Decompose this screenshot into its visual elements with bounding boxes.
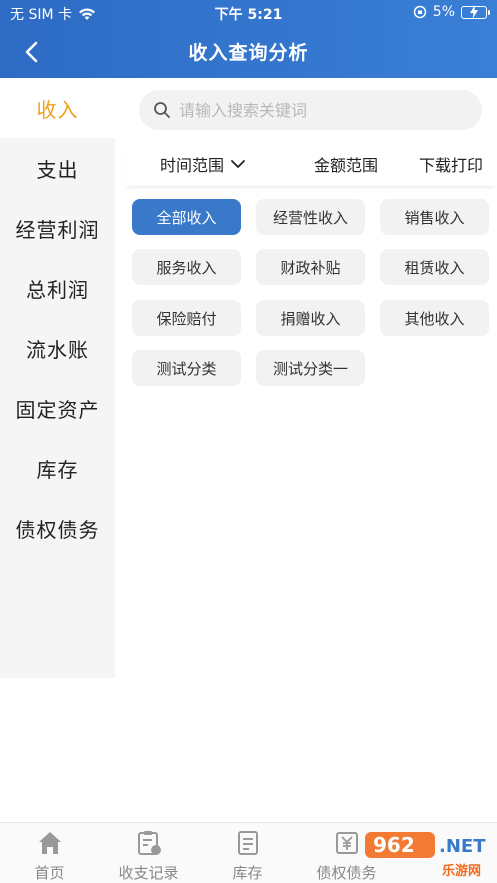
watermark-962-icon: 962 .NET (365, 832, 486, 858)
inventory-icon (238, 831, 258, 855)
tag-sales-income[interactable]: 销售收入 (380, 199, 489, 235)
search-icon (154, 102, 170, 118)
sidebar-item-fixed-assets[interactable]: 固定资产 (0, 378, 115, 438)
battery-percent: 5% (432, 4, 455, 20)
header: 无 SIM 卡 下午 5:21 5% 收入查询分析 (0, 0, 497, 78)
tag-all-income[interactable]: 全部收入 (132, 199, 241, 235)
svg-text:962: 962 (373, 833, 415, 857)
tag-service-income[interactable]: 服务收入 (132, 249, 241, 285)
sidebar: 收入 支出 经营利润 总利润 流水账 固定资产 库存 债权债务 (0, 78, 115, 678)
tab-home-label: 首页 (34, 864, 65, 882)
tag-subsidy[interactable]: 财政补贴 (256, 249, 365, 285)
amount-range-filter[interactable]: 金额范围 (314, 152, 378, 176)
battery-icon (461, 4, 490, 19)
debt-icon (336, 832, 358, 854)
tab-inventory-label: 库存 (232, 864, 263, 882)
status-bar: 无 SIM 卡 下午 5:21 5% (0, 0, 497, 26)
tag-other-income[interactable]: 其他收入 (380, 300, 489, 336)
filter-bar: 时间范围 金额范围 下载打印 (124, 142, 497, 186)
tag-insurance-payout[interactable]: 保险赔付 (132, 300, 241, 336)
svg-text:.NET: .NET (439, 836, 486, 857)
nav-bar: 收入查询分析 (0, 26, 497, 78)
home-icon (39, 832, 61, 854)
tag-donation-income[interactable]: 捐赠收入 (256, 300, 365, 336)
tag-rental-income[interactable]: 租赁收入 (380, 249, 489, 285)
tab-inventory[interactable]: 库存 (198, 823, 297, 883)
page-title: 收入查询分析 (188, 42, 309, 64)
tab-home[interactable]: 首页 (0, 823, 99, 883)
sidebar-item-debts[interactable]: 债权债务 (0, 498, 115, 558)
tag-operating-income[interactable]: 经营性收入 (256, 199, 365, 235)
sidebar-item-inventory[interactable]: 库存 (0, 438, 115, 498)
sidebar-item-total-profit[interactable]: 总利润 (0, 258, 115, 318)
sidebar-item-expense[interactable]: 支出 (0, 138, 115, 198)
watermark-logo: 962 .NET 乐游网 (361, 828, 491, 879)
search-input[interactable] (179, 100, 469, 120)
sidebar-item-income[interactable]: 收入 (0, 78, 115, 138)
tag-test-category-one[interactable]: 测试分类一 (256, 350, 365, 386)
tag-test-category[interactable]: 测试分类 (132, 350, 241, 386)
tab-records-label: 收支记录 (118, 864, 179, 882)
time-range-filter[interactable]: 时间范围 (160, 152, 247, 176)
tab-records[interactable]: 收支记录 (99, 823, 198, 883)
time-range-label: 时间范围 (160, 156, 225, 175)
sidebar-item-operating-profit[interactable]: 经营利润 (0, 198, 115, 258)
search-bar (139, 90, 482, 130)
sidebar-item-journal[interactable]: 流水账 (0, 318, 115, 378)
watermark-text: 乐游网 (441, 864, 481, 879)
orientation-lock-icon (413, 5, 427, 19)
record-icon (138, 831, 161, 855)
download-print-button[interactable]: 下载打印 (419, 152, 483, 176)
chevron-down-icon (231, 160, 245, 168)
